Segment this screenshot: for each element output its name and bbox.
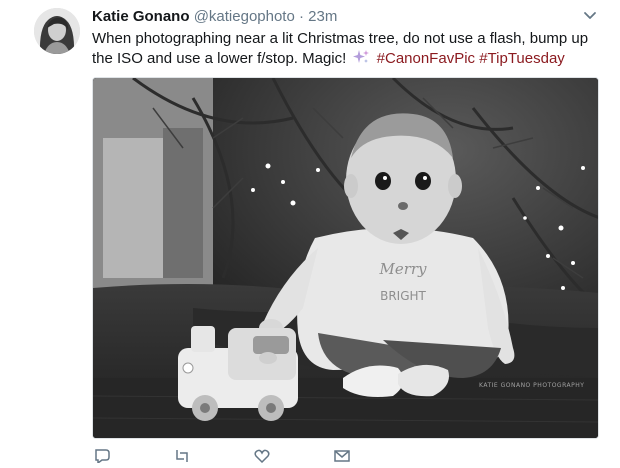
separator-dot: · [299, 8, 304, 25]
tweet-header: Katie Gonano @katiegophoto · 23m [92, 7, 337, 27]
shirt-print-bright: BRIGHT [380, 289, 426, 303]
hashtag-link[interactable]: #CanonFavPic [377, 50, 475, 67]
heart-icon[interactable] [254, 449, 270, 464]
photo-watermark: KATIE GONANO PHOTOGRAPHY [479, 382, 585, 389]
author-name[interactable]: Katie Gonano [92, 8, 190, 25]
avatar[interactable] [34, 8, 80, 54]
hashtag-link[interactable]: #TipTuesday [479, 50, 565, 67]
tweet-card[interactable]: Katie Gonano @katiegophoto · 23m When ph… [0, 0, 620, 465]
author-handle[interactable]: @katiegophoto [194, 8, 295, 25]
timestamp[interactable]: 23m [308, 8, 337, 25]
shirt-print-merry: Merry [378, 260, 427, 278]
tweet-text: When photographing near a lit Christmas … [92, 29, 602, 69]
tweet-actions [92, 449, 392, 465]
tweet-photo[interactable]: Merry BRIGHT KATIE GONANO PHOTOGRAPHY [92, 77, 599, 439]
retweet-icon[interactable] [174, 449, 190, 463]
envelope-icon[interactable] [334, 449, 350, 463]
sparkles-emoji-icon [352, 49, 370, 65]
toy-train [178, 326, 298, 421]
reply-icon[interactable] [94, 449, 110, 465]
chevron-down-icon[interactable] [582, 9, 598, 23]
